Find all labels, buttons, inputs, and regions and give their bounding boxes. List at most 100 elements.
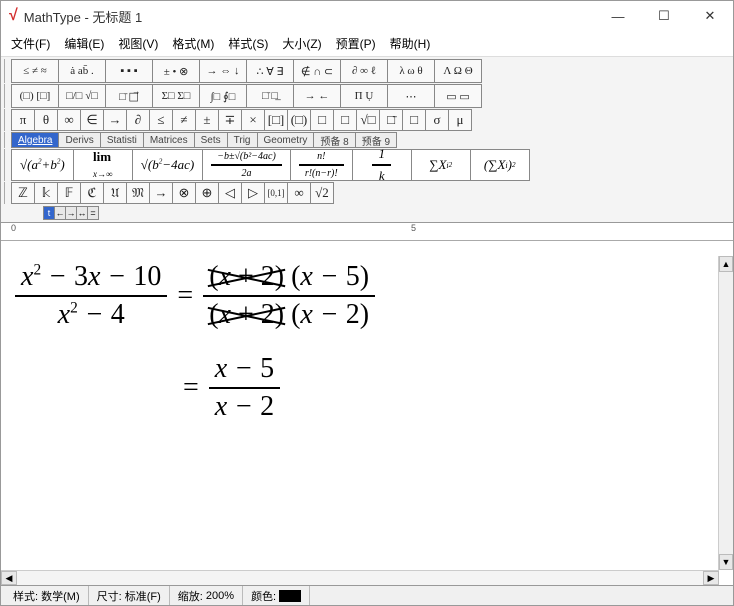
sym-triangleright[interactable]: ▷ (241, 182, 265, 204)
sym-le[interactable]: ≤ (149, 109, 173, 131)
menu-format[interactable]: 格式(M) (166, 33, 220, 54)
expr-recip[interactable]: 1k (352, 149, 412, 181)
sym-mp[interactable]: ∓ (218, 109, 242, 131)
tmpl-fence[interactable]: (□) [□] (11, 84, 59, 108)
sym-sigma[interactable]: σ (425, 109, 449, 131)
window-title: MathType - 无标题 1 (24, 7, 595, 26)
status-color[interactable]: 颜色: (243, 586, 310, 605)
expr-lim[interactable]: limx→∞ (73, 149, 133, 181)
sym-pm[interactable]: ± (195, 109, 219, 131)
sym-partial[interactable]: ∂ (126, 109, 150, 131)
menu-help[interactable]: 帮助(H) (384, 33, 437, 54)
sym-k[interactable]: 𝕜 (34, 182, 58, 204)
tmpl-boxes[interactable]: ▭ ▭ (434, 84, 482, 108)
palette-relational[interactable]: ≤ ≠ ≈ (11, 59, 59, 83)
sym-theta[interactable]: θ (34, 109, 58, 131)
sym-u[interactable]: 𝔘 (103, 182, 127, 204)
ruler[interactable]: 0 5 (1, 223, 733, 241)
sym-oplus[interactable]: ⊕ (195, 182, 219, 204)
expr-sumxi2[interactable]: ∑Xi2 (411, 149, 471, 181)
equals-2: = (183, 372, 199, 404)
sym-sqrt2[interactable]: √2 (310, 182, 334, 204)
sym-f[interactable]: 𝔽 (57, 182, 81, 204)
tmpl-sum[interactable]: Σ□ Σ□ (152, 84, 200, 108)
palette-spaces[interactable]: ▪ ▪ ▪ (105, 59, 153, 83)
palette-arrows[interactable]: → ⇔ ↓ (199, 59, 247, 83)
tmp-paren[interactable]: (□) (287, 109, 311, 131)
sym-z[interactable]: ℤ (11, 182, 35, 204)
sym-to[interactable]: → (103, 109, 127, 131)
palette-greek-uc[interactable]: Λ Ω Θ (434, 59, 482, 83)
tmpl-overunder[interactable]: □̄ □̲ (246, 84, 294, 108)
tab-geometry[interactable]: Geometry (257, 132, 315, 148)
menu-preferences[interactable]: 预置(P) (330, 33, 382, 54)
scroll-up-icon[interactable]: ▲ (719, 256, 733, 272)
minimize-button[interactable]: — (595, 1, 641, 31)
sym-times[interactable]: × (241, 109, 265, 131)
sym-c[interactable]: ℭ (80, 182, 104, 204)
sym-infty2[interactable]: ∞ (287, 182, 311, 204)
palette-misc[interactable]: ∂ ∞ ℓ (340, 59, 388, 83)
menu-view[interactable]: 视图(V) (112, 33, 164, 54)
palette-embellish[interactable]: ȧ ab̄ . (58, 59, 106, 83)
scroll-left-icon[interactable]: ◀ (1, 571, 17, 585)
tab-trig[interactable]: Trig (227, 132, 258, 148)
expr-quadratic[interactable]: −b±√(b²−4ac)2a (202, 149, 291, 181)
sym-pi[interactable]: π (11, 109, 35, 131)
tmp-box[interactable]: □ (402, 109, 426, 131)
expr-sumxi-sq[interactable]: (∑Xi)2 (470, 149, 530, 181)
sym-otimes[interactable]: ⊗ (172, 182, 196, 204)
horizontal-scrollbar[interactable]: ◀ ▶ (1, 570, 719, 585)
menu-style[interactable]: 样式(S) (222, 33, 274, 54)
tab-style-selector: t ← → ↔ = (3, 206, 731, 220)
sym-infty[interactable]: ∞ (57, 109, 81, 131)
tab-preset8[interactable]: 预备 8 (313, 132, 355, 148)
tab-derivs[interactable]: Derivs (58, 132, 100, 148)
tmpl-frac[interactable]: □/□ √□ (58, 84, 106, 108)
lhs-fraction[interactable]: x2 − 3x − 10 x2 − 4 (15, 259, 167, 333)
tmpl-int[interactable]: ∫□ ∮□ (199, 84, 247, 108)
tab-matrices[interactable]: Matrices (143, 132, 195, 148)
sym-triangleleft[interactable]: ◁ (218, 182, 242, 204)
palette-operators[interactable]: ± • ⊗ (152, 59, 200, 83)
status-zoom[interactable]: 缩放: 200% (170, 586, 243, 605)
expr-hypot[interactable]: √(a2+b2) (11, 149, 74, 181)
menu-file[interactable]: 文件(F) (5, 33, 56, 54)
sym-interval[interactable]: [0,1] (264, 182, 288, 204)
palette-settheory[interactable]: ∉ ∩ ⊂ (293, 59, 341, 83)
maximize-button[interactable]: ☐ (641, 1, 687, 31)
menu-edit[interactable]: 编辑(E) (58, 33, 110, 54)
tmp-bracket[interactable]: [□] (264, 109, 288, 131)
equation-editor[interactable]: x2 − 3x − 10 x2 − 4 = (x + 2) (x − 5) (x… (1, 241, 733, 551)
scroll-right-icon[interactable]: ▶ (703, 571, 719, 585)
tmp-sup[interactable]: □ (333, 109, 357, 131)
sym-in[interactable]: ∈ (80, 109, 104, 131)
tab-algebra[interactable]: Algebra (11, 132, 59, 148)
tab-sets[interactable]: Sets (194, 132, 228, 148)
tmpl-labeledarrow[interactable]: → ← (293, 84, 341, 108)
scroll-down-icon[interactable]: ▼ (719, 554, 733, 570)
menu-size[interactable]: 大小(Z) (276, 33, 327, 54)
rhs-fraction-1[interactable]: (x + 2) (x − 5) (x + 2) (x − 2) (203, 259, 375, 333)
palette-logic[interactable]: ∴ ∀ ∃ (246, 59, 294, 83)
vertical-scrollbar[interactable]: ▲ ▼ (718, 256, 733, 570)
tmpl-products[interactable]: Π Ụ (340, 84, 388, 108)
close-button[interactable]: ✕ (687, 1, 733, 31)
sym-mu[interactable]: μ (448, 109, 472, 131)
tmp-sqrt[interactable]: √□ (356, 109, 380, 131)
rhs-fraction-2[interactable]: x − 5 x − 2 (209, 351, 280, 425)
sym-m[interactable]: 𝔐 (126, 182, 150, 204)
expr-binom[interactable]: n!r!(n−r)! (290, 149, 353, 181)
sym-arrow[interactable]: → (149, 182, 173, 204)
tmpl-matrix[interactable]: ⋯ (387, 84, 435, 108)
status-size[interactable]: 尺寸: 标准(F) (89, 586, 170, 605)
tabstyle-5[interactable]: = (87, 206, 99, 220)
expr-disc[interactable]: √(b2−4ac) (132, 149, 203, 181)
tmp-overbar[interactable]: □̄ (379, 109, 403, 131)
sym-ne[interactable]: ≠ (172, 109, 196, 131)
status-style[interactable]: 样式: 数学(M) (5, 586, 89, 605)
palette-greek-lc[interactable]: λ ω θ (387, 59, 435, 83)
tmpl-bar[interactable]: □̄ □⃗ (105, 84, 153, 108)
tmp-sub[interactable]: □ (310, 109, 334, 131)
tab-statistics[interactable]: Statisti (100, 132, 144, 148)
